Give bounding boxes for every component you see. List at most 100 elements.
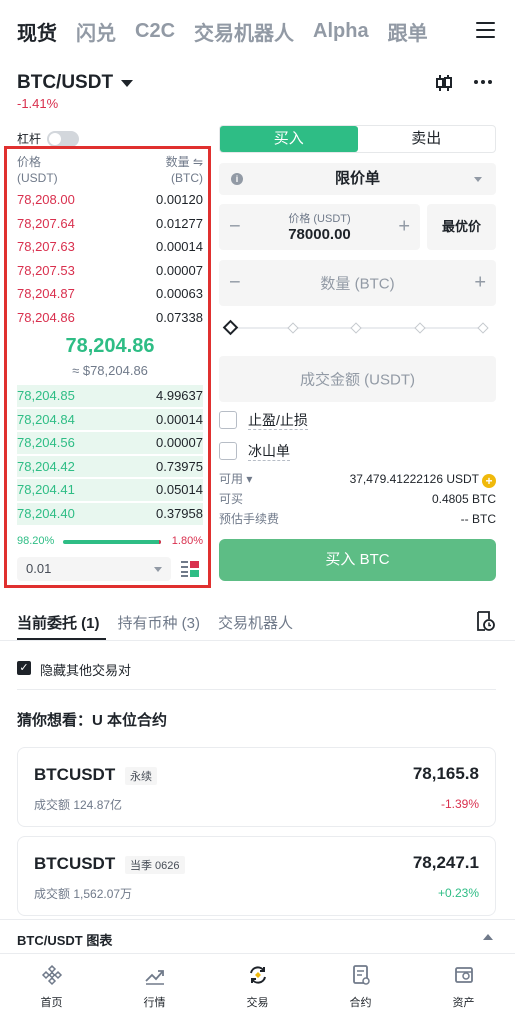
buy-ratio: 98.20% [17,535,55,547]
tab-c2c[interactable]: C2C [135,20,175,43]
slider-mark-25[interactable] [287,322,299,334]
bid-price: 78,204.41 [17,482,75,498]
bid-price: 78,204.84 [17,411,75,427]
iceberg-label[interactable]: 冰山单 [248,442,290,461]
info-icon[interactable]: i [231,173,243,185]
bid-qty: 4.99637 [156,388,203,403]
ask-row[interactable]: 78,204.86 0.07338 [17,306,203,330]
tab-spot[interactable]: 现货 [17,17,57,46]
card-price: 78,247.1 [412,853,479,872]
tab-copy-trading[interactable]: 跟单 [388,17,428,46]
card-tag: 永续 [125,767,157,785]
leverage-toggle[interactable] [47,130,80,147]
order-type-select[interactable]: i 限价单 [219,163,496,195]
bid-row[interactable]: 78,204.84 0.00014 [17,408,203,432]
ask-row[interactable]: 78,204.87 0.00063 [17,282,203,306]
chevron-up-icon[interactable] [483,934,493,940]
card-volume: 成交额 124.87亿 [34,798,123,812]
more-icon[interactable] [474,80,492,84]
bid-price: 78,204.85 [17,388,75,403]
tab-open-orders[interactable]: 当前委托 (1) [17,612,100,633]
order-type-value: 限价单 [334,170,380,187]
precision-select[interactable]: 0.01 [17,557,171,581]
hide-other-checkbox[interactable]: ✓ [17,661,31,675]
tab-orders-bots[interactable]: 交易机器人 [218,612,293,633]
ask-row[interactable]: 78,207.63 0.00014 [17,235,203,259]
tab-trading-bots[interactable]: 交易机器人 [194,17,294,46]
iceberg-checkbox[interactable] [219,442,237,460]
nav-markets-label: 行情 [143,997,166,1009]
qty-increment-button[interactable]: + [474,272,486,295]
buy-sell-tabs: 买入 卖出 [219,125,496,153]
slider-mark-50[interactable] [350,322,362,334]
bid-row[interactable]: 78,204.56 0.00007 [17,431,203,455]
nav-assets[interactable]: 资产 [412,954,515,1023]
ask-row[interactable]: 78,207.53 0.00007 [17,259,203,283]
bid-row[interactable]: 78,204.85 4.99637 [17,384,203,408]
add-funds-icon[interactable]: + [482,474,496,488]
suggestion-card-perpetual[interactable]: BTCUSDT 永续 成交额 124.87亿 78,165.8 -1.39% [17,747,496,827]
chart-panel-label: BTC/USDT 图表 [17,933,113,948]
ask-qty: 0.00007 [156,262,203,278]
card-tag: 当季 0626 [125,856,185,874]
slider-mark-100[interactable] [477,322,489,334]
qty-header[interactable]: 数量 ⇋ [166,154,203,170]
hide-other-label[interactable]: 隐藏其他交易对 [40,660,131,679]
chevron-down-icon [154,567,162,572]
nav-trade[interactable]: 交易 [206,954,309,1023]
bid-row[interactable]: 78,204.42 0.73975 [17,455,203,479]
price-input-label: 价格 (USDT) [288,213,351,225]
ask-qty: 0.00120 [156,192,203,207]
bottom-nav: 首页 行情 交易 合约 资产 [0,953,515,1023]
tab-convert[interactable]: 闪兑 [76,17,116,46]
price-input[interactable]: − 价格 (USDT) 78000.00 + [219,204,420,250]
total-placeholder: 成交金额 (USDT) [300,371,415,389]
quantity-input[interactable]: − 数量 (BTC) + [219,260,496,306]
bid-row[interactable]: 78,204.41 0.05014 [17,478,203,502]
mid-usd: ≈ $78,204.86 [72,363,148,378]
sell-tab[interactable]: 卖出 [358,126,496,152]
available-row: 可用 ▾ 37,479.41222126 USDT + [219,471,496,488]
divider [0,640,515,641]
card-symbol: BTCUSDT [34,765,116,784]
tab-alpha[interactable]: Alpha [313,20,369,43]
buy-sell-ratio: 98.20% 1.80% [17,535,203,549]
best-price-button[interactable]: 最优价 [427,204,496,250]
ask-qty: 0.00014 [156,239,203,255]
chart-panel-toggle[interactable]: BTC/USDT 图表 [0,919,515,953]
pair-selector[interactable]: BTC/USDT [17,72,134,94]
order-history-icon[interactable] [475,610,495,632]
nav-futures[interactable]: 合约 [309,954,412,1023]
available-label[interactable]: 可用 ▾ [219,471,252,487]
suggestion-title: 猜你想看：U 本位合约 [17,712,168,729]
amount-slider[interactable] [222,319,489,336]
total-input[interactable]: 成交金额 (USDT) [219,356,496,402]
slider-mark-75[interactable] [414,322,426,334]
ask-row[interactable]: 78,208.00 0.00120 [17,188,203,212]
bid-price: 78,204.40 [17,505,75,521]
mid-price[interactable]: 78,204.86 [17,335,203,358]
suggestion-card-quarterly[interactable]: BTCUSDT 当季 0626 成交额 1,562.07万 78,247.1 +… [17,836,496,916]
ask-row[interactable]: 78,207.64 0.01277 [17,212,203,236]
nav-markets[interactable]: 行情 [103,954,206,1023]
buy-tab[interactable]: 买入 [220,126,358,152]
candlestick-icon[interactable] [434,73,454,93]
orderbook-layout-icon[interactable] [180,559,200,579]
ask-price: 78,207.63 [17,239,75,255]
slider-handle[interactable] [222,319,239,336]
tab-holdings[interactable]: 持有币种 (3) [118,612,201,633]
price-input-value[interactable]: 78000.00 [219,226,420,243]
available-value: 37,479.41222126 USDT [349,472,479,486]
tp-sl-label[interactable]: 止盈/止损 [248,411,308,430]
menu-icon[interactable] [476,22,495,38]
bid-row[interactable]: 78,204.40 0.37958 [17,502,203,526]
bid-qty: 0.00014 [156,411,203,427]
price-increment-button[interactable]: + [398,216,410,239]
ask-qty: 0.00063 [156,286,203,302]
orders-tabs: 当前委托 (1) 持有币种 (3) 交易机器人 [17,612,293,633]
tp-sl-checkbox[interactable] [219,411,237,429]
buy-btc-button[interactable]: 买入 BTC [219,539,496,581]
nav-home[interactable]: 首页 [0,954,103,1023]
ask-price: 78,204.87 [17,286,75,302]
pair-symbol: BTC/USDT [17,72,114,93]
